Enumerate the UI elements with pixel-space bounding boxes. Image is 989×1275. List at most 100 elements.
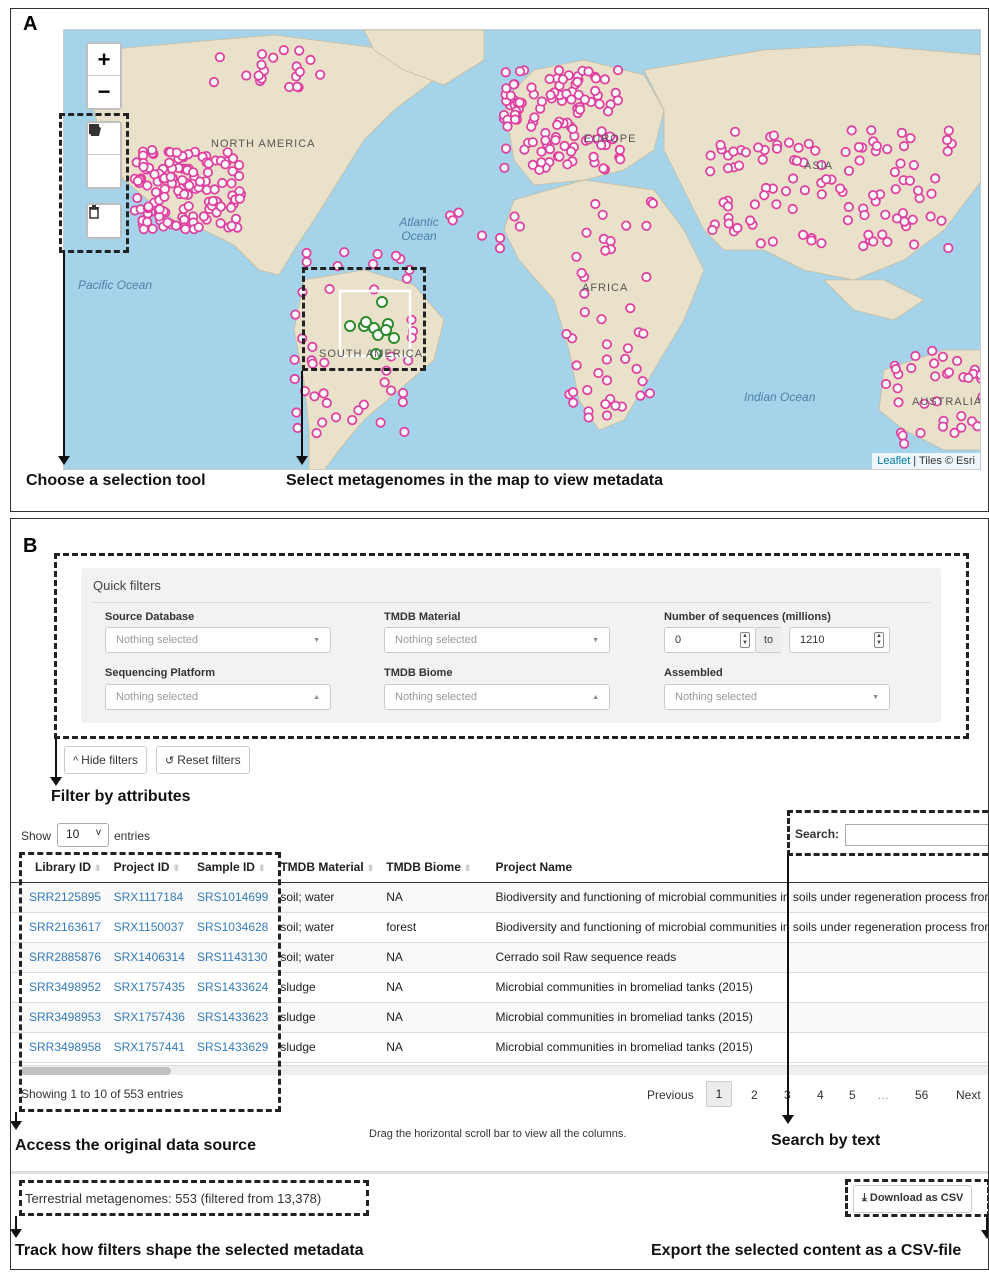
sample-marker[interactable] [318,388,329,399]
sample-marker[interactable] [949,427,960,438]
sample-marker[interactable] [358,399,369,410]
sample-marker[interactable] [620,353,631,364]
sample-marker[interactable] [622,343,634,354]
sample-marker[interactable] [895,158,906,169]
sample-marker[interactable] [783,137,795,148]
sample-marker[interactable] [858,241,869,252]
sample-marker[interactable] [581,227,592,238]
sample-marker[interactable] [347,414,358,426]
sample-marker[interactable] [705,166,716,177]
sample-marker[interactable] [816,238,827,249]
sample-marker[interactable] [732,222,743,234]
sample-marker[interactable] [294,66,305,77]
sample-marker[interactable] [729,126,741,137]
sample-marker[interactable] [226,220,237,231]
sample-marker[interactable] [912,185,924,196]
sample-marker[interactable] [621,220,632,231]
sample-marker[interactable] [494,232,506,244]
sample-marker[interactable] [545,89,556,101]
sample-marker[interactable] [635,390,646,401]
sample-marker[interactable] [866,125,877,136]
sample-marker[interactable] [893,397,904,408]
sample-marker[interactable] [816,189,827,200]
sample-marker[interactable] [509,114,521,125]
sample-marker[interactable] [291,407,302,418]
sample-marker[interactable] [241,70,252,81]
sample-marker[interactable] [321,397,332,409]
sample-marker[interactable] [292,81,303,92]
sample-marker[interactable] [880,378,892,390]
sample-marker[interactable] [890,363,902,375]
map-canvas[interactable] [64,30,981,470]
sample-marker[interactable] [956,410,967,422]
sample-marker[interactable] [278,45,289,56]
sample-marker[interactable] [915,427,926,439]
sample-marker[interactable] [138,161,149,172]
sample-marker[interactable] [892,383,903,394]
sample-marker[interactable] [859,209,870,221]
sample-marker[interactable] [453,207,464,218]
sample-marker[interactable] [898,438,910,449]
sample-marker[interactable] [143,201,154,212]
sample-marker[interactable] [880,209,891,220]
sample-marker[interactable] [499,162,510,173]
sample-marker[interactable] [289,373,300,385]
sample-marker[interactable] [834,183,846,194]
sample-marker[interactable] [315,69,326,80]
sample-marker[interactable] [757,154,768,165]
sample-marker[interactable] [536,157,547,168]
sample-marker[interactable] [447,215,458,226]
sample-marker[interactable] [208,76,220,88]
sample-marker[interactable] [612,65,624,76]
sample-marker[interactable] [821,174,832,185]
sample-marker[interactable] [397,387,409,399]
sample-marker[interactable] [553,65,565,76]
sample-marker[interactable] [147,145,158,156]
sample-marker[interactable] [526,82,537,93]
sample-marker[interactable] [588,151,599,163]
sample-marker[interactable] [797,229,809,240]
sample-marker[interactable] [641,271,652,283]
sample-marker[interactable] [557,74,569,85]
sample-marker[interactable] [767,236,779,247]
sample-marker[interactable] [142,216,153,227]
sample-marker[interactable] [625,303,636,314]
sample-marker[interactable] [154,204,165,215]
sample-marker[interactable] [502,121,513,132]
sample-marker[interactable] [544,144,556,155]
sample-marker[interactable] [311,427,322,439]
sample-marker[interactable] [290,309,301,320]
sample-marker[interactable] [975,369,981,380]
sample-marker[interactable] [925,211,936,222]
sample-marker[interactable] [768,130,780,141]
sample-marker[interactable] [605,236,616,247]
sample-marker[interactable] [390,250,402,261]
sample-marker[interactable] [171,220,182,231]
sample-marker[interactable] [590,85,601,97]
sample-marker[interactable] [540,135,551,146]
sample-marker[interactable] [574,104,586,115]
sample-marker[interactable] [745,215,756,226]
sample-marker[interactable] [905,133,916,144]
sample-marker[interactable] [399,426,410,437]
sample-marker[interactable] [256,59,267,70]
sample-marker[interactable] [142,180,153,191]
pagination-page[interactable]: 56 [915,1088,928,1102]
sample-marker[interactable] [579,306,590,318]
sample-marker[interactable] [561,328,572,340]
sample-marker[interactable] [207,196,218,207]
sample-marker[interactable] [928,358,940,369]
sample-marker[interactable] [787,173,799,184]
sample-marker[interactable] [227,166,238,177]
sample-marker[interactable] [550,135,561,146]
sample-marker[interactable] [514,97,525,108]
metagenome-map[interactable]: NORTH AMERICA EUROPE ASIA AFRICA SOUTH A… [63,29,981,470]
sample-marker[interactable] [601,354,612,365]
sample-marker[interactable] [868,236,879,247]
hide-filters-button[interactable]: ^ Hide filters [64,746,147,774]
sample-marker[interactable] [601,375,613,386]
sample-marker[interactable] [600,245,611,256]
sample-marker[interactable] [722,163,734,174]
sample-marker[interactable] [930,173,941,184]
sample-marker[interactable] [733,160,745,171]
